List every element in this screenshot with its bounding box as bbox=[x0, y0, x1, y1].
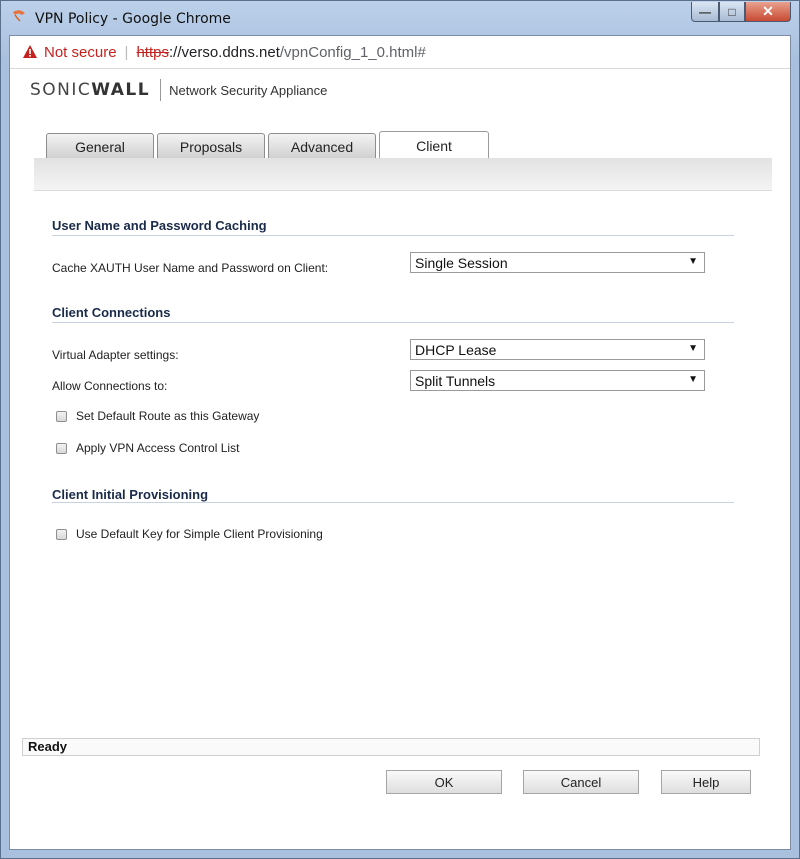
default-key-row: Use Default Key for Simple Client Provis… bbox=[56, 527, 323, 541]
maximize-icon: □ bbox=[728, 4, 736, 19]
vpn-acl-row: Apply VPN Access Control List bbox=[56, 441, 239, 455]
cache-xauth-label: Cache XAUTH User Name and Password on Cl… bbox=[52, 261, 329, 275]
virtual-adapter-value: DHCP Lease bbox=[415, 341, 497, 358]
brand-header: SONICWALL Network Security Appliance bbox=[10, 69, 790, 111]
vpn-acl-checkbox[interactable] bbox=[56, 442, 67, 454]
window-controls: — □ ✕ bbox=[691, 2, 791, 22]
sonicwall-logo: SONICWALL bbox=[30, 80, 150, 100]
brand-subtitle: Network Security Appliance bbox=[169, 82, 328, 98]
title-bar[interactable]: VPN Policy - Google Chrome — □ ✕ bbox=[1, 1, 799, 35]
url-host[interactable]: ://verso.ddns.net bbox=[169, 44, 280, 61]
brand-divider bbox=[160, 79, 162, 101]
close-icon: ✕ bbox=[762, 3, 774, 19]
section-divider bbox=[52, 322, 734, 323]
tab-advanced[interactable]: Advanced bbox=[268, 133, 376, 159]
tab-bar: General Proposals Advanced Client bbox=[46, 131, 492, 159]
url-path[interactable]: /vpnConfig_1_0.html# bbox=[280, 44, 426, 61]
ok-button[interactable]: OK bbox=[386, 770, 502, 794]
help-button[interactable]: Help bbox=[661, 770, 751, 794]
minimize-button[interactable]: — bbox=[691, 2, 719, 22]
section-title-connections: Client Connections bbox=[52, 305, 171, 320]
allow-connections-value: Split Tunnels bbox=[415, 372, 496, 389]
vpn-acl-label[interactable]: Apply VPN Access Control List bbox=[76, 441, 239, 455]
virtual-adapter-select[interactable]: DHCP Lease ▼ bbox=[410, 339, 705, 360]
section-title-caching: User Name and Password Caching bbox=[52, 218, 267, 233]
cancel-button[interactable]: Cancel bbox=[523, 770, 639, 794]
warning-triangle-icon bbox=[23, 45, 37, 58]
close-button[interactable]: ✕ bbox=[745, 2, 791, 22]
allow-connections-label: Allow Connections to: bbox=[52, 379, 168, 393]
default-key-label[interactable]: Use Default Key for Simple Client Provis… bbox=[76, 527, 323, 541]
default-route-label[interactable]: Set Default Route as this Gateway bbox=[76, 409, 259, 423]
section-divider bbox=[52, 235, 734, 236]
allow-connections-select[interactable]: Split Tunnels ▼ bbox=[410, 370, 705, 391]
tab-general[interactable]: General bbox=[46, 133, 154, 159]
chevron-down-icon: ▼ bbox=[688, 256, 698, 267]
default-route-checkbox[interactable] bbox=[56, 410, 67, 422]
status-bar: Ready bbox=[22, 738, 760, 756]
tab-panel-header bbox=[34, 158, 772, 191]
tab-proposals[interactable]: Proposals bbox=[157, 133, 265, 159]
address-separator: | bbox=[124, 43, 129, 61]
logo-text-sonic: SONIC bbox=[30, 80, 92, 100]
chevron-down-icon: ▼ bbox=[688, 374, 698, 385]
minimize-icon: — bbox=[699, 4, 711, 19]
default-route-row: Set Default Route as this Gateway bbox=[56, 409, 259, 423]
virtual-adapter-label: Virtual Adapter settings: bbox=[52, 348, 179, 362]
maximize-button[interactable]: □ bbox=[719, 2, 745, 22]
default-key-checkbox[interactable] bbox=[56, 528, 67, 540]
tab-client[interactable]: Client bbox=[379, 131, 489, 159]
browser-content: Not secure | https://verso.ddns.net/vpnC… bbox=[9, 35, 791, 850]
section-title-provisioning: Client Initial Provisioning bbox=[52, 487, 209, 502]
logo-text-wall: WALL bbox=[91, 80, 151, 100]
window-title: VPN Policy - Google Chrome bbox=[35, 11, 231, 27]
browser-window: VPN Policy - Google Chrome — □ ✕ Not sec… bbox=[0, 0, 800, 859]
cache-xauth-select[interactable]: Single Session ▼ bbox=[410, 252, 705, 273]
section-divider bbox=[52, 502, 734, 503]
address-bar[interactable]: Not secure | https://verso.ddns.net/vpnC… bbox=[10, 36, 790, 69]
chevron-down-icon: ▼ bbox=[688, 343, 698, 354]
url-scheme[interactable]: https bbox=[136, 44, 169, 61]
cache-xauth-value: Single Session bbox=[415, 254, 508, 271]
chrome-page-icon bbox=[13, 10, 25, 22]
not-secure-label[interactable]: Not secure bbox=[44, 44, 117, 61]
